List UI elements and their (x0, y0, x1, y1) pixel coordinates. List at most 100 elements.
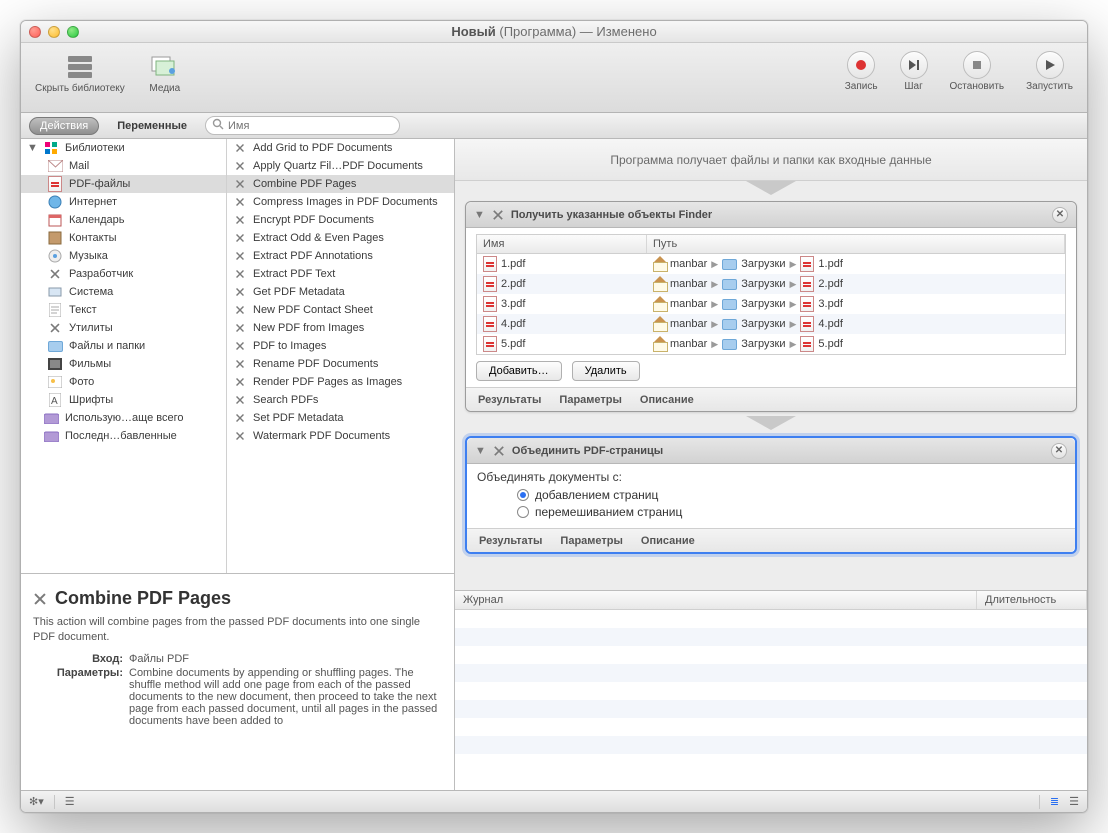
library-item[interactable]: Система (21, 283, 226, 301)
table-row[interactable]: 3.pdf manbar ▶ Загрузки ▶ 3.pdf (477, 294, 1065, 314)
action-list-item[interactable]: Add Grid to PDF Documents (227, 139, 454, 157)
action-list-item[interactable]: PDF to Images (227, 337, 454, 355)
library-item[interactable]: Файлы и папки (21, 337, 226, 355)
remove-step-button[interactable]: ✕ (1051, 443, 1067, 459)
radio-append-pages[interactable]: добавлением страниц (517, 488, 1065, 502)
stop-button[interactable]: Остановить (946, 49, 1009, 94)
tab-actions[interactable]: Действия (29, 117, 99, 135)
smart-folder-icon (43, 428, 59, 444)
action-list-item[interactable]: New PDF Contact Sheet (227, 301, 454, 319)
library-item-label: Разработчик (69, 268, 133, 280)
footer-description[interactable]: Описание (640, 394, 694, 406)
home-icon (653, 338, 666, 350)
action-list-item[interactable]: Apply Quartz Fil…PDF Documents (227, 157, 454, 175)
log-rows (455, 610, 1087, 790)
workflow-step-finder-items[interactable]: ▼ Получить указанные объекты Finder ✕ Им… (465, 201, 1077, 412)
library-item[interactable]: PDF-файлы (21, 175, 226, 193)
action-list-item[interactable]: Get PDF Metadata (227, 283, 454, 301)
table-row[interactable]: 4.pdf manbar ▶ Загрузки ▶ 4.pdf (477, 314, 1065, 334)
tab-variables[interactable]: Переменные (107, 117, 197, 135)
library-item[interactable]: Утилиты (21, 319, 226, 337)
workflow-flow[interactable]: ▼ Получить указанные объекты Finder ✕ Им… (455, 181, 1087, 590)
action-list-item[interactable]: Combine PDF Pages (227, 175, 454, 193)
smart-folder-item[interactable]: Последн…бавленные (21, 427, 226, 445)
radio-shuffle-pages[interactable]: перемешиванием страниц (517, 505, 1065, 519)
library-item[interactable]: Музыка (21, 247, 226, 265)
remove-item-button[interactable]: Удалить (572, 361, 640, 381)
action-list-item[interactable]: Set PDF Metadata (227, 409, 454, 427)
automator-action-icon (235, 341, 245, 351)
hide-library-button[interactable]: Скрыть библиотеку (31, 49, 129, 96)
library-item[interactable]: Текст (21, 301, 226, 319)
library-item[interactable]: Интернет (21, 193, 226, 211)
desc-input-key: Вход: (33, 653, 123, 665)
footer-description[interactable]: Описание (641, 535, 695, 547)
disclosure-triangle-icon[interactable]: ▼ (475, 445, 486, 457)
action-list-item[interactable]: Search PDFs (227, 391, 454, 409)
disclosure-triangle-icon[interactable]: ▼ (27, 142, 37, 154)
footer-options[interactable]: Параметры (559, 394, 621, 406)
action-list-item[interactable]: Encrypt PDF Documents (227, 211, 454, 229)
toggle-description-button[interactable]: ☰ (65, 795, 75, 808)
library-item[interactable]: Разработчик (21, 265, 226, 283)
workflow-view-log-button[interactable]: ☰ (1069, 795, 1079, 808)
library-item[interactable]: Mail (21, 157, 226, 175)
library-list[interactable]: ▼ Библиотеки MailPDF-файлыИнтернетКаленд… (21, 139, 227, 573)
log-col-journal[interactable]: Журнал (455, 591, 977, 609)
table-row[interactable]: 2.pdf manbar ▶ Загрузки ▶ 2.pdf (477, 274, 1065, 294)
pdf-icon (800, 296, 814, 312)
gear-menu-button[interactable]: ✻▾ (29, 795, 44, 808)
action-list-item[interactable]: Extract PDF Text (227, 265, 454, 283)
table-row[interactable]: 1.pdf manbar ▶ Загрузки ▶ 1.pdf (477, 254, 1065, 274)
library-item-label: Утилиты (69, 322, 113, 334)
footer-results[interactable]: Результаты (479, 535, 542, 547)
col-name[interactable]: Имя (477, 235, 647, 253)
media-button[interactable]: Медиа (143, 49, 187, 96)
step-header[interactable]: ▼ Объединить PDF-страницы ✕ (467, 438, 1075, 464)
text-icon (47, 302, 63, 318)
run-button[interactable]: Запустить (1022, 49, 1077, 94)
remove-step-button[interactable]: ✕ (1052, 207, 1068, 223)
library-item[interactable]: Контакты (21, 229, 226, 247)
col-path[interactable]: Путь (647, 235, 1065, 253)
pdf-icon (483, 256, 497, 272)
pdf-icon (483, 296, 497, 312)
disclosure-triangle-icon[interactable]: ▼ (474, 209, 485, 221)
action-list-item[interactable]: Render PDF Pages as Images (227, 373, 454, 391)
library-root[interactable]: ▼ Библиотеки (21, 139, 226, 157)
action-list-item[interactable]: Compress Images in PDF Documents (227, 193, 454, 211)
library-item[interactable]: Календарь (21, 211, 226, 229)
description-body: This action will combine pages from the … (33, 615, 442, 645)
workflow-view-list-button[interactable]: ≣ (1050, 795, 1059, 808)
footer-results[interactable]: Результаты (478, 394, 541, 406)
log-panel: Журнал Длительность (455, 590, 1087, 790)
step-header[interactable]: ▼ Получить указанные объекты Finder ✕ (466, 202, 1076, 228)
library-item[interactable]: AШрифты (21, 391, 226, 409)
action-label: Extract PDF Text (253, 268, 335, 280)
add-item-button[interactable]: Добавить… (476, 361, 562, 381)
library-item[interactable]: Фото (21, 373, 226, 391)
automator-action-icon (235, 323, 245, 333)
actions-list[interactable]: Add Grid to PDF DocumentsApply Quartz Fi… (227, 139, 454, 573)
step-button[interactable]: Шаг (896, 49, 932, 94)
action-list-item[interactable]: Rename PDF Documents (227, 355, 454, 373)
action-list-item[interactable]: Extract Odd & Even Pages (227, 229, 454, 247)
file-path: manbar ▶ Загрузки ▶ 3.pdf (647, 294, 1065, 314)
log-col-duration[interactable]: Длительность (977, 591, 1087, 609)
record-button[interactable]: Запись (841, 49, 882, 94)
table-row[interactable]: 5.pdf manbar ▶ Загрузки ▶ 5.pdf (477, 334, 1065, 354)
workflow-step-combine-pdf[interactable]: ▼ Объединить PDF-страницы ✕ Объединять д… (465, 436, 1077, 554)
file-path: manbar ▶ Загрузки ▶ 4.pdf (647, 314, 1065, 334)
library-item[interactable]: Фильмы (21, 355, 226, 373)
pdf-icon (483, 316, 497, 332)
finder-items-table[interactable]: Имя Путь 1.pdf manbar ▶ Загрузки ▶ 1.pdf… (476, 234, 1066, 355)
internet-icon (47, 194, 63, 210)
record-icon (847, 51, 875, 79)
footer-options[interactable]: Параметры (560, 535, 622, 547)
search-field[interactable] (205, 116, 400, 135)
action-list-item[interactable]: Extract PDF Annotations (227, 247, 454, 265)
action-list-item[interactable]: Watermark PDF Documents (227, 427, 454, 445)
search-input[interactable] (228, 120, 393, 132)
smart-folder-item[interactable]: Использую…аще всего (21, 409, 226, 427)
action-list-item[interactable]: New PDF from Images (227, 319, 454, 337)
